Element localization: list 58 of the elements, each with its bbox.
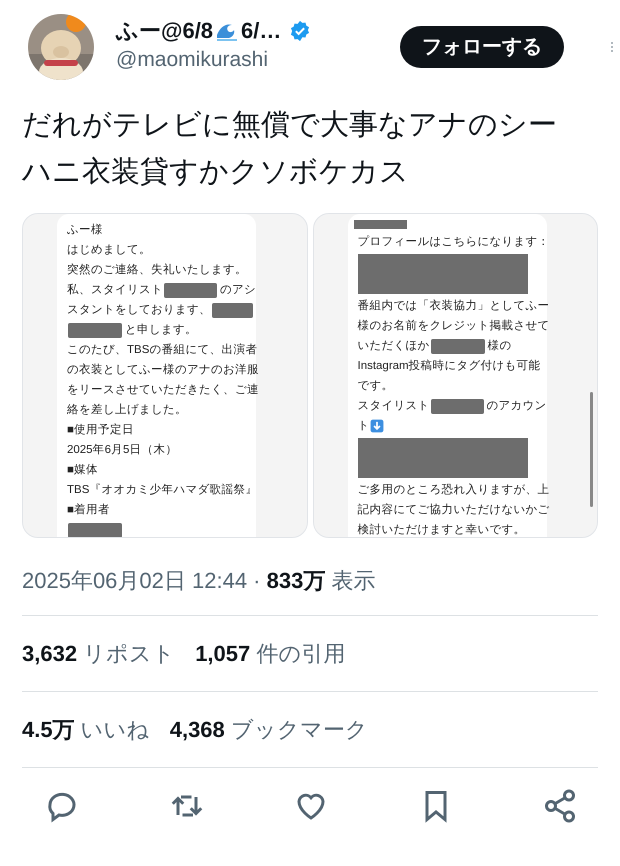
separator-dot: · (252, 568, 262, 593)
message-text: 様のお名前をクレジット掲載させて (358, 318, 550, 334)
redaction-bar (68, 322, 122, 338)
message-text: TBS『オオカミ少年ハマダ歌謡祭』 (67, 482, 258, 498)
stat-count[interactable]: 4.5万 (22, 717, 75, 742)
message-text: ト (358, 419, 370, 434)
redaction-bar (354, 220, 406, 229)
stat-label[interactable]: いいね (80, 717, 150, 742)
message-text: プロフィールはこちらになります： (358, 234, 550, 250)
follow-button[interactable]: フォローする (400, 26, 564, 68)
stat-count[interactable]: 4,368 (170, 717, 225, 742)
stat-label[interactable]: ブックマーク (230, 717, 368, 742)
message-text: のアカウン (486, 399, 546, 414)
tweet-text: だれがテレビに無償で大事なアナのシーハニ衣装貸すかクソボケカス (22, 108, 558, 190)
display-name[interactable]: ふー@6/8 (116, 18, 214, 44)
stat-count[interactable]: 1,057 (195, 641, 250, 666)
message-text: ■媒体 (67, 462, 98, 478)
display-name[interactable]: 6/… (241, 18, 282, 44)
message-text: のアシ (220, 283, 256, 298)
share-icon[interactable] (542, 788, 578, 824)
redaction-bar (430, 398, 484, 414)
screenshot-card[interactable]: ふー様 はじめまして。 突然のご連絡、失礼いたします。 私、スタイリスト のアシ スタントをしております、 と申します。 このたび、TBSの番組にて、出演者 の衣装としてふー様のアナのお洋服 をリースさせていただきたく、ご連 絡を差し上げました。 ■使用予定日 2025年6月5日（木） ■媒体 TBS『オオカミ少年ハマダ歌謡祭』 ■着用者 (22, 213, 308, 538)
message-text: 突然のご連絡、失礼いたします。 (67, 262, 247, 278)
message-text: ■着用者 (67, 502, 110, 518)
message-text: です。 (358, 379, 394, 394)
redaction-bar (430, 338, 484, 354)
message-text: をリースさせていただきたく、ご連 (67, 382, 259, 398)
redaction-bar (68, 522, 122, 537)
message-text: と申します。 (125, 322, 197, 338)
down-arrow-icon (370, 419, 384, 433)
view-count: 833万 (266, 568, 326, 593)
message-text: 記内容にてご協力いただけないかご (358, 502, 550, 518)
timestamp: 2025年06月02日 12:44 (22, 568, 248, 593)
stat-label[interactable]: 件の引用 (256, 641, 346, 666)
stat-count[interactable]: 3,632 (22, 641, 78, 666)
message-text: ■使用予定日 (67, 422, 134, 438)
message-text: 様の (488, 338, 512, 354)
screenshot-card[interactable]: プロフィールはこちらになります： 番組内では「衣装協力」としてふー 様のお名前をクレジット掲載させて いただくほか 様の Instagram投稿時にタグ付けも可能 です。 スタイリスト のアカウン ト ご多用のところ恐れ入りますが、上 記内容にてご協力いただけないかご 検討いただけますと幸いです。 (312, 213, 598, 538)
message-text: いただくほか (358, 339, 430, 354)
redaction-bar (164, 282, 217, 298)
message-text: ご多用のところ恐れ入りますが、上 (358, 482, 550, 498)
message-text: 絡を差し上げました。 (67, 402, 187, 418)
message-text: 番組内では「衣装協力」としてふー (358, 298, 550, 314)
message-text: ふー様 (67, 222, 103, 238)
message-text: スタントをしております、 (67, 303, 211, 318)
message-text: 検討いただけますと幸いです。 (358, 522, 526, 537)
message-text: はじめまして。 (67, 243, 151, 258)
message-text: スタイリスト (358, 399, 430, 414)
message-text: Instagram投稿時にタグ付けも可能 (358, 358, 541, 374)
scrollbar[interactable] (590, 392, 593, 507)
message-text: 私、スタイリスト (67, 282, 163, 298)
message-text: の衣装としてふー様のアナのお洋服 (67, 362, 259, 378)
stat-label[interactable]: リポスト (83, 641, 176, 666)
user-handle[interactable]: @maomikurashi (116, 44, 312, 76)
message-text: このたび、TBSの番組にて、出演者 (67, 342, 258, 358)
views-label: 表示 (330, 568, 376, 593)
message-text: 2025年6月5日（木） (67, 442, 178, 458)
redaction-bar (212, 302, 253, 318)
